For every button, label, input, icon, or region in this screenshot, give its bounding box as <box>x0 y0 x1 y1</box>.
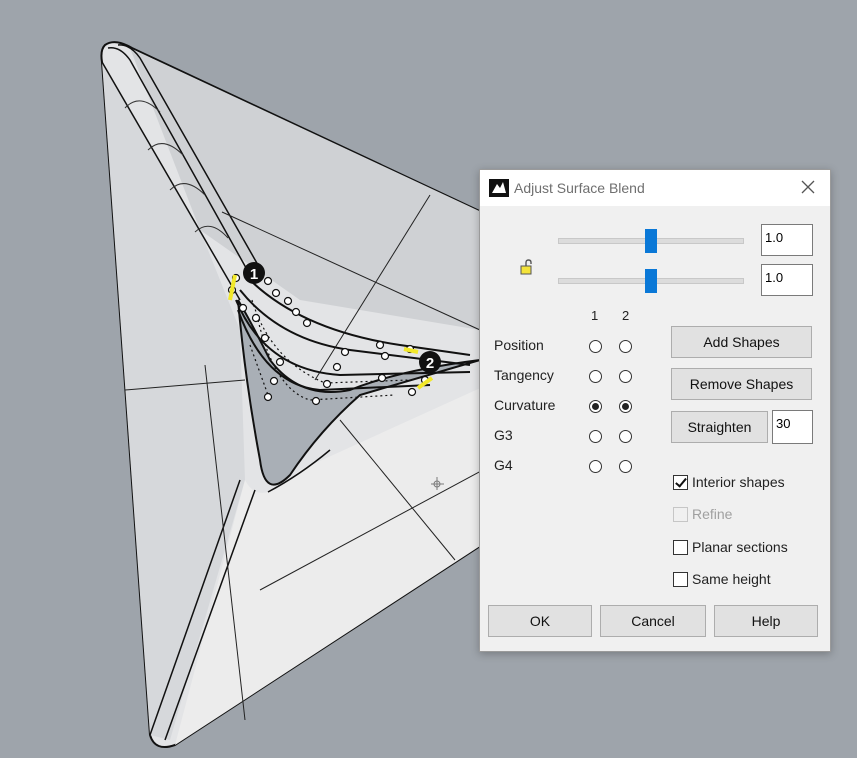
continuity-label-g3: G3 <box>494 427 513 443</box>
refine-checkbox <box>673 506 688 522</box>
straighten-value-field[interactable]: 30 <box>772 410 813 444</box>
g4-radio-2[interactable] <box>619 460 632 473</box>
planar-sections-label: Planar sections <box>692 539 788 555</box>
same-height-option[interactable]: Same height <box>673 570 771 588</box>
continuity-label-g4: G4 <box>494 457 513 473</box>
remove-shapes-button[interactable]: Remove Shapes <box>671 368 812 400</box>
curvature-radio-1[interactable] <box>589 400 602 413</box>
slider-thumb[interactable] <box>645 269 657 293</box>
column-header-2: 2 <box>622 308 630 323</box>
tangency-radio-2[interactable] <box>619 370 632 383</box>
adjust-surface-blend-dialog: Adjust Surface Blend 1.0 1.0 1 2 Positio… <box>479 169 831 652</box>
ok-button[interactable]: OK <box>488 605 592 637</box>
interior-shapes-checkbox[interactable] <box>673 474 688 490</box>
g3-radio-2[interactable] <box>619 430 632 443</box>
rhino-icon <box>489 179 509 197</box>
slider-thumb[interactable] <box>645 229 657 253</box>
position-radio-1[interactable] <box>589 340 602 353</box>
add-shapes-button[interactable]: Add Shapes <box>671 326 812 358</box>
planar-sections-option[interactable]: Planar sections <box>673 538 788 556</box>
interior-shapes-option[interactable]: Interior shapes <box>673 473 785 491</box>
position-radio-2[interactable] <box>619 340 632 353</box>
column-header-1: 1 <box>591 308 599 323</box>
continuity-label-position: Position <box>494 337 544 353</box>
tangency-radio-1[interactable] <box>589 370 602 383</box>
same-height-checkbox[interactable] <box>673 571 688 587</box>
continuity-label-curvature: Curvature <box>494 397 556 413</box>
continuity-label-tangency: Tangency <box>494 367 554 383</box>
dialog-title: Adjust Surface Blend <box>514 180 645 196</box>
refine-label: Refine <box>692 506 733 522</box>
cancel-button[interactable]: Cancel <box>600 605 706 637</box>
interior-shapes-label: Interior shapes <box>692 474 785 490</box>
dialog-titlebar[interactable]: Adjust Surface Blend <box>480 170 830 206</box>
g4-radio-1[interactable] <box>589 460 602 473</box>
curvature-radio-2[interactable] <box>619 400 632 413</box>
g3-radio-1[interactable] <box>589 430 602 443</box>
help-button[interactable]: Help <box>714 605 818 637</box>
same-height-label: Same height <box>692 571 771 587</box>
straighten-button[interactable]: Straighten <box>671 411 768 443</box>
blend-value-field-2[interactable]: 1.0 <box>761 264 813 296</box>
refine-option: Refine <box>673 505 732 523</box>
blend-slider-1[interactable] <box>558 229 744 253</box>
lock-icon[interactable] <box>520 259 534 275</box>
blend-slider-2[interactable] <box>558 269 744 293</box>
close-icon[interactable] <box>800 179 816 195</box>
blend-value-field-1[interactable]: 1.0 <box>761 224 813 256</box>
planar-sections-checkbox[interactable] <box>673 539 688 555</box>
